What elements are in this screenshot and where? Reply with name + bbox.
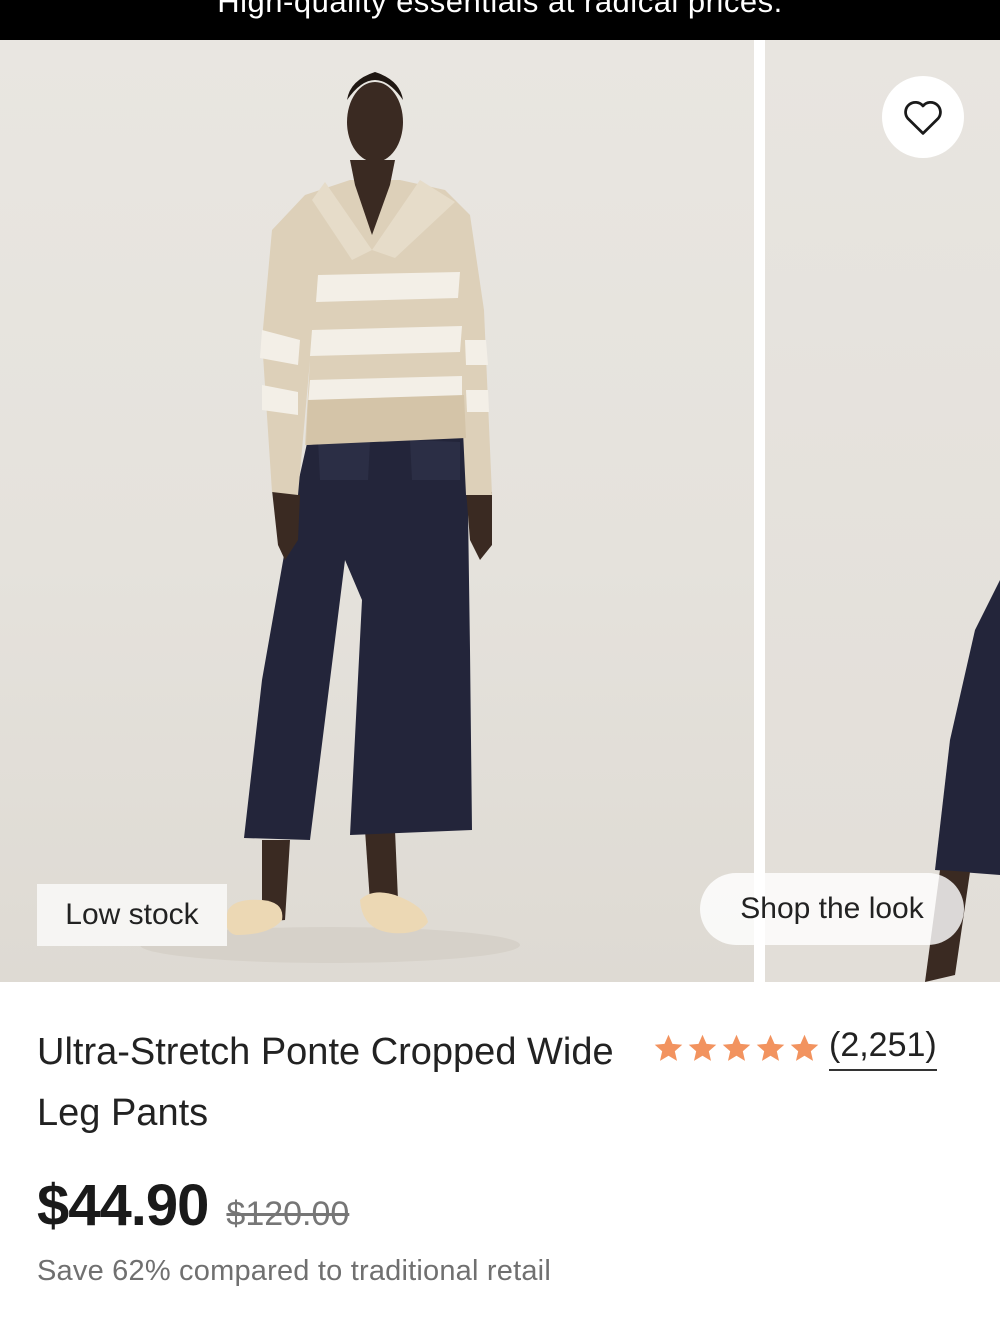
promo-banner: High-quality essentials at radical price… [0,0,1000,40]
product-rating[interactable]: (2,251) [652,1025,937,1071]
model-photo [140,72,520,963]
star-icon [756,1034,785,1061]
product-title: Ultra-Stretch Ponte Cropped Wide Leg Pan… [37,1031,614,1134]
product-image-next[interactable] [765,40,1000,982]
model-photo-partial [925,580,1000,982]
savings-note: Save 62% compared to traditional retail [37,1255,551,1287]
star-icon [654,1034,683,1061]
shop-the-look-button[interactable]: Shop the look [700,873,964,945]
original-price: $120.00 [226,1195,350,1233]
sale-price: $44.90 [37,1173,209,1238]
favorite-button[interactable] [882,76,964,158]
product-image-gallery[interactable]: Low stock Shop the look [0,40,1000,982]
star-icon [688,1034,717,1061]
heart-outline-icon [904,101,942,135]
star-icon [790,1034,819,1061]
star-icon [722,1034,751,1061]
product-image-main[interactable] [0,40,754,982]
review-count-link[interactable]: (2,251) [829,1025,937,1071]
low-stock-badge: Low stock [37,884,227,946]
star-rating [652,1032,821,1065]
price-row: $44.90 $120.00 [37,1172,349,1239]
promo-text: High-quality essentials at radical price… [217,0,783,19]
